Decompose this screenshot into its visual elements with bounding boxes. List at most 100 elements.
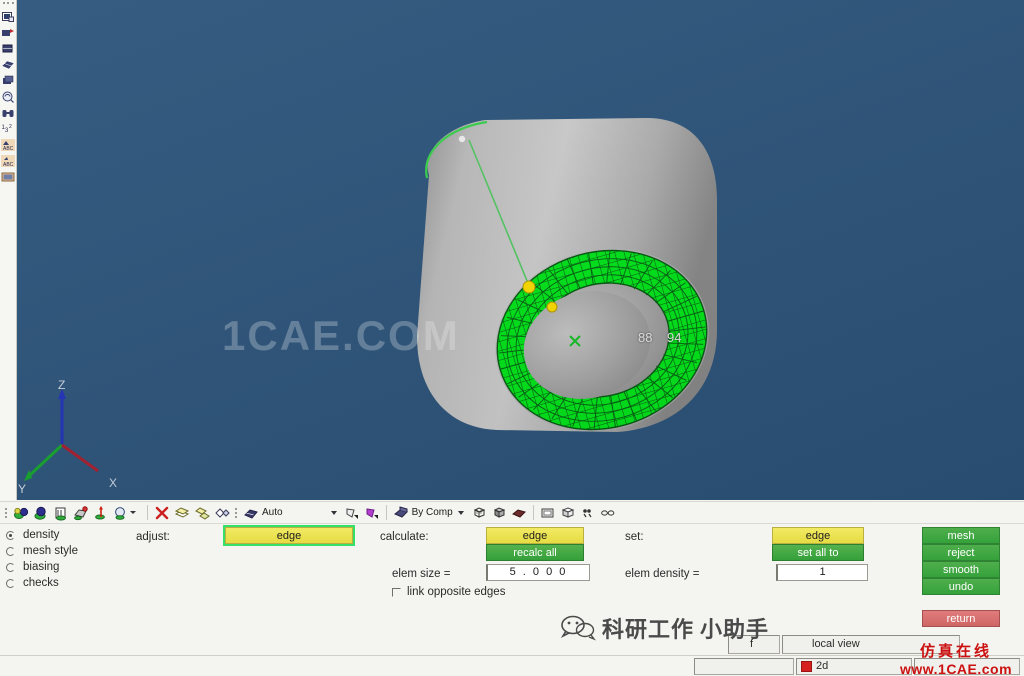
wireframe-cube-icon[interactable] <box>469 502 489 523</box>
mode-color-swatch <box>801 661 812 672</box>
radio-density-label: density <box>23 529 60 541</box>
automesh-density-panel: density mesh style biasing checks adjust… <box>0 524 1024 634</box>
radio-mesh-style[interactable]: mesh style <box>6 545 78 557</box>
iso-view-icon[interactable] <box>558 502 578 523</box>
radio-density[interactable]: density <box>6 529 78 541</box>
radio-density-mark <box>6 530 15 540</box>
radio-mesh-style-label: mesh style <box>23 545 78 557</box>
visualization-icon[interactable] <box>1 89 16 104</box>
elem-density-label: elem density = <box>625 568 700 580</box>
status-mode-field[interactable] <box>796 658 912 675</box>
svg-text:ABC: ABC <box>3 162 14 168</box>
return-button[interactable]: return <box>922 610 1000 627</box>
link-opposite-edges-row[interactable]: link opposite edges <box>392 586 505 598</box>
set-all-to-button[interactable]: set all to <box>772 544 864 561</box>
status-bar: 2d <box>0 656 1024 676</box>
svg-text:2: 2 <box>9 124 12 130</box>
toolbar-grip-h[interactable] <box>5 505 8 520</box>
radio-biasing-label: biasing <box>23 561 60 573</box>
by-comp-dropdown-caret[interactable] <box>457 510 464 515</box>
status-right-field[interactable] <box>914 658 1020 675</box>
shaded-cube-icon[interactable] <box>489 502 509 523</box>
elem-size-label: elem size = <box>392 568 451 580</box>
radio-checks-label: checks <box>23 577 59 589</box>
left-vertical-toolbar: 1 3 2 ABC ABC <box>0 0 17 500</box>
automesh-label: Auto <box>262 507 283 518</box>
axis-label-x: X <box>109 476 117 490</box>
glasses-icon[interactable] <box>598 502 618 523</box>
radio-biasing[interactable]: biasing <box>6 561 78 573</box>
mesh-button[interactable]: mesh <box>922 527 1000 544</box>
shading-icon[interactable] <box>342 502 362 523</box>
elem-density-field[interactable]: 1 <box>776 564 868 581</box>
smooth-button[interactable]: smooth <box>922 561 1000 578</box>
binoculars-icon[interactable] <box>1 105 16 120</box>
axis-triad: Z Y X <box>18 378 117 496</box>
radio-biasing-mark <box>6 562 15 572</box>
shaded-geometry-icon[interactable] <box>11 502 31 523</box>
radio-checks[interactable]: checks <box>6 577 78 589</box>
find-attached-icon[interactable] <box>1 41 16 56</box>
calculate-label: calculate: <box>380 531 429 543</box>
panel-mode-radio-group: density mesh style biasing checks <box>6 529 78 589</box>
delete-icon[interactable] <box>152 502 172 523</box>
wireframe-icon[interactable] <box>51 502 71 523</box>
by-comp-icon[interactable]: By Comp <box>391 502 455 523</box>
feature-lines-icon[interactable] <box>509 502 529 523</box>
recalc-all-button[interactable]: recalc all <box>486 544 584 561</box>
bottom-toolbar: f local view <box>0 634 1024 656</box>
geom-compare-icon[interactable] <box>111 502 143 523</box>
status-left-field[interactable] <box>694 658 794 675</box>
by-comp-label: By Comp <box>411 507 453 518</box>
color-fill-icon[interactable] <box>362 502 382 523</box>
model-render: Z Y X <box>18 118 717 496</box>
automesh-dropdown-caret[interactable] <box>330 510 337 515</box>
text-abc2-icon[interactable]: ABC <box>1 153 16 168</box>
numbers-123-icon[interactable]: 1 3 2 <box>1 121 16 136</box>
f-button[interactable] <box>728 635 780 654</box>
set-label: set: <box>625 531 644 543</box>
display-numbers-icon[interactable] <box>1 9 16 24</box>
radio-checks-mark <box>6 578 15 588</box>
elem-size-field[interactable]: 5 . 0 0 0 <box>486 564 590 581</box>
local-view-field[interactable] <box>782 635 960 654</box>
selected-node-2 <box>546 301 558 313</box>
adjust-edge-button[interactable]: edge <box>223 525 355 546</box>
link-opposite-edges-label: link opposite edges <box>407 586 506 598</box>
link-opposite-edges-checkbox[interactable] <box>392 587 401 597</box>
page-window-icon[interactable] <box>538 502 558 523</box>
axis-label-y: Y <box>18 482 26 496</box>
reject-button[interactable]: reject <box>922 544 1000 561</box>
calculate-edge-button[interactable]: edge <box>486 527 584 544</box>
top-icon-toolbar: Auto By Comp <box>0 501 1024 524</box>
image-capture-icon[interactable] <box>1 169 16 184</box>
hypermesh-window: 1 3 2 ABC ABC Z Y X 1CAE.COM 88 94 Auto … <box>0 0 1024 676</box>
nodes-icon[interactable] <box>578 502 598 523</box>
shrink-elements-icon[interactable] <box>1 57 16 72</box>
graphics-viewport[interactable]: Z Y X 1CAE.COM 88 94 <box>17 0 1024 500</box>
toolbar-grip[interactable] <box>2 2 14 7</box>
reflect-icon[interactable] <box>212 502 232 523</box>
selected-node-1 <box>522 280 536 294</box>
undo-button[interactable]: undo <box>922 578 1000 595</box>
mode-label: 2d <box>816 660 829 672</box>
edge-density-label-2: 94 <box>667 330 682 345</box>
topology-icon[interactable] <box>71 502 91 523</box>
surface-icon[interactable] <box>31 502 51 523</box>
edge-density-label-1: 88 <box>638 330 653 345</box>
set-edge-button[interactable]: edge <box>772 527 864 544</box>
vector-display-icon[interactable] <box>91 502 111 523</box>
display-icon[interactable] <box>1 73 16 88</box>
edge-end-node <box>458 135 466 143</box>
toolbar-grip-h2[interactable] <box>235 505 238 520</box>
text-abc-icon[interactable]: ABC <box>1 137 16 152</box>
f-button-label: f <box>750 638 754 650</box>
organize-icon[interactable] <box>172 502 192 523</box>
mask-icon[interactable] <box>1 25 16 40</box>
automesh-icon[interactable]: Auto <box>241 502 285 523</box>
copy-icon[interactable] <box>192 502 212 523</box>
local-view-label: local view <box>812 638 860 650</box>
axis-label-z: Z <box>58 378 65 392</box>
adjust-label: adjust: <box>136 531 170 543</box>
radio-mesh-style-mark <box>6 546 15 556</box>
